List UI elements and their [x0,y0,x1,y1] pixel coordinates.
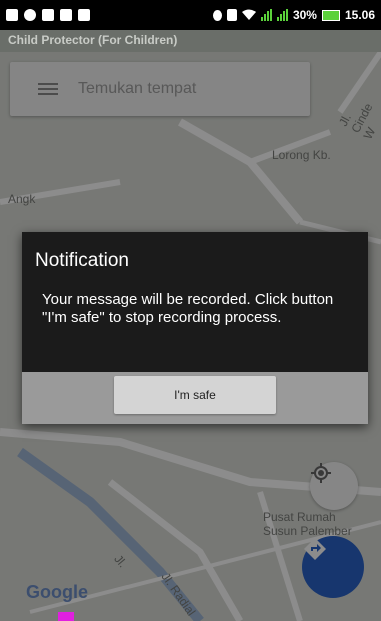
notification-icons [6,9,90,21]
sim-icon [78,9,90,21]
vibrate-icon [226,9,237,21]
dialog-footer: I'm safe [22,372,368,424]
location-icon [212,9,222,21]
notification-dialog: Notification Your message will be record… [22,232,368,424]
back-icon [6,9,18,21]
dialog-title: Notification [35,250,129,271]
app-title-bar: Child Protector (For Children) [0,30,381,52]
im-safe-button[interactable]: I'm safe [114,376,276,414]
navigation-indicator [58,612,74,621]
clock: 15.06 [344,8,375,22]
status-bar: 30% 15.06 [0,0,381,30]
mail-icon [60,9,72,21]
signal-icon [260,9,272,21]
app-title: Child Protector (For Children) [8,33,178,47]
wifi-icon [241,9,256,20]
dialog-message: Your message will be recorded. Click but… [42,291,334,326]
phone-screen: 30% 15.06 Child Protector (For Children)… [0,0,381,621]
signal-icon [276,9,288,21]
message-icon [42,9,54,21]
battery-icon [321,9,340,21]
battery-percent: 30% [292,8,317,22]
system-icons: 30% 15.06 [212,8,375,22]
chat-icon [24,9,36,21]
